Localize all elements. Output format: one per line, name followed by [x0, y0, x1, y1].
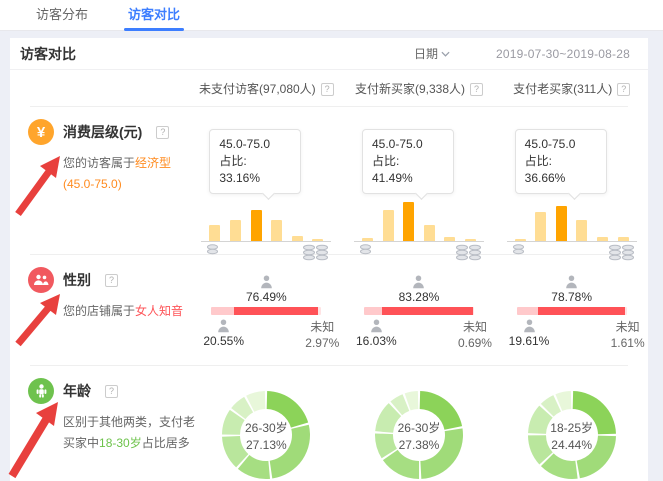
date-type-dropdown[interactable]: 日期 — [414, 45, 450, 62]
age-highlight: 18-30岁 — [99, 436, 142, 450]
column-header-row: 未支付访客(97,080人)? 支付新买家(9,338人)? 支付老买家(311… — [10, 70, 648, 106]
column-header-unpaid: 未支付访客(97,080人)? — [190, 80, 343, 97]
male-percent: 16.03% — [356, 334, 397, 348]
male-icon — [216, 319, 231, 333]
column-header-repeat-buyers: 支付老买家(311人)? — [495, 80, 648, 97]
unknown-percent: 未知 2.97% — [305, 319, 339, 351]
help-icon[interactable]: ? — [105, 274, 118, 287]
gender-stacked-bar — [517, 307, 627, 315]
help-icon[interactable]: ? — [105, 385, 118, 398]
coin-small-icon — [512, 244, 525, 255]
female-percent: 76.49% — [246, 290, 287, 304]
help-icon[interactable]: ? — [470, 83, 483, 96]
unknown-percent: 未知 1.61% — [611, 319, 645, 351]
row-title-consumption: 消费层级(元) — [63, 122, 142, 142]
coin-stack-icon — [455, 244, 482, 261]
date-filter: 日期 2019-07-30~2019-08-28 — [414, 45, 630, 62]
male-icon — [522, 319, 537, 333]
gender-chart-new-buyers: 83.28% 16.03% 未知 0.69% — [343, 255, 496, 365]
male-percent: 19.61% — [509, 334, 550, 348]
gender-highlight: 女人知音 — [135, 304, 183, 318]
coin-stack-icon — [608, 244, 635, 261]
consumption-chart-unpaid: 45.0-75.0 占比: 33.16% — [190, 107, 343, 264]
coin-small-icon — [359, 244, 372, 255]
page-title: 访客对比 — [20, 44, 76, 64]
help-icon[interactable]: ? — [617, 83, 630, 96]
coin-small-icon — [206, 244, 219, 255]
bar-chart — [507, 197, 637, 264]
consumption-description: 您的访客属于经济型(45.0-75.0) — [63, 153, 181, 195]
row-gender: 性别 ? 您的店铺属于女人知音 76.49% 20.55% — [10, 255, 648, 365]
visitor-comparison-panel: 访客对比 日期 2019-07-30~2019-08-28 未支付访客(97,0… — [10, 38, 648, 481]
row-consumption-level: ¥ 消费层级(元) ? 您的访客属于经济型(45.0-75.0) 45.0-75… — [10, 107, 648, 254]
donut-center-label: 18-25岁 24.44% — [527, 390, 617, 480]
male-icon — [369, 319, 384, 333]
age-description: 区别于其他两类，支付老买家中18-30岁占比居多 — [63, 412, 203, 454]
female-percent: 83.28% — [399, 290, 440, 304]
female-percent: 78.78% — [551, 290, 592, 304]
help-icon[interactable]: ? — [321, 83, 334, 96]
top-tabbar: 访客分布 访客对比 — [0, 0, 663, 31]
age-person-icon — [28, 378, 54, 404]
donut-center-label: 26-30岁 27.38% — [374, 390, 464, 480]
gender-chart-repeat-buyers: 78.78% 19.61% 未知 1.61% — [495, 255, 648, 365]
help-icon[interactable]: ? — [156, 126, 169, 139]
column-header-new-buyers: 支付新买家(9,338人)? — [343, 80, 496, 97]
age-chart-repeat-buyers: 18-25岁 24.44% — [495, 366, 648, 481]
row-age: 年龄 ? 区别于其他两类，支付老买家中18-30岁占比居多 26-30岁 27.… — [10, 366, 648, 481]
consumption-yen-icon: ¥ — [28, 119, 54, 145]
consumption-chart-new-buyers: 45.0-75.0 占比: 41.49% — [343, 107, 496, 264]
tab-visitor-comparison[interactable]: 访客对比 — [128, 0, 180, 31]
unknown-percent: 未知 0.69% — [458, 319, 492, 351]
date-type-label: 日期 — [414, 45, 438, 62]
row-title-age: 年龄 — [63, 381, 91, 401]
date-range-value[interactable]: 2019-07-30~2019-08-28 — [496, 47, 630, 61]
age-chart-new-buyers: 26-30岁 27.38% — [343, 366, 496, 481]
chart-tooltip: 45.0-75.0 占比: 36.66% — [515, 129, 607, 194]
female-icon — [411, 275, 426, 289]
female-icon — [564, 275, 579, 289]
male-percent: 20.55% — [203, 334, 244, 348]
gender-people-icon — [28, 267, 54, 293]
age-chart-unpaid: 26-30岁 27.13% — [190, 366, 343, 481]
panel-header: 访客对比 日期 2019-07-30~2019-08-28 — [10, 38, 648, 70]
consumption-chart-repeat-buyers: 45.0-75.0 占比: 36.66% — [495, 107, 648, 264]
bar-chart — [354, 197, 484, 264]
bar-chart — [201, 197, 331, 264]
tab-visitor-distribution[interactable]: 访客分布 — [36, 0, 88, 31]
gender-stacked-bar — [211, 307, 321, 315]
chart-tooltip: 45.0-75.0 占比: 41.49% — [362, 129, 454, 194]
chart-tooltip: 45.0-75.0 占比: 33.16% — [209, 129, 301, 194]
chevron-down-icon — [441, 51, 450, 57]
female-icon — [259, 275, 274, 289]
donut-center-label: 26-30岁 27.13% — [221, 390, 311, 480]
row-title-gender: 性别 — [63, 270, 91, 290]
gender-chart-unpaid: 76.49% 20.55% 未知 2.97% — [190, 255, 343, 365]
gender-stacked-bar — [364, 307, 474, 315]
coin-stack-icon — [302, 244, 329, 261]
